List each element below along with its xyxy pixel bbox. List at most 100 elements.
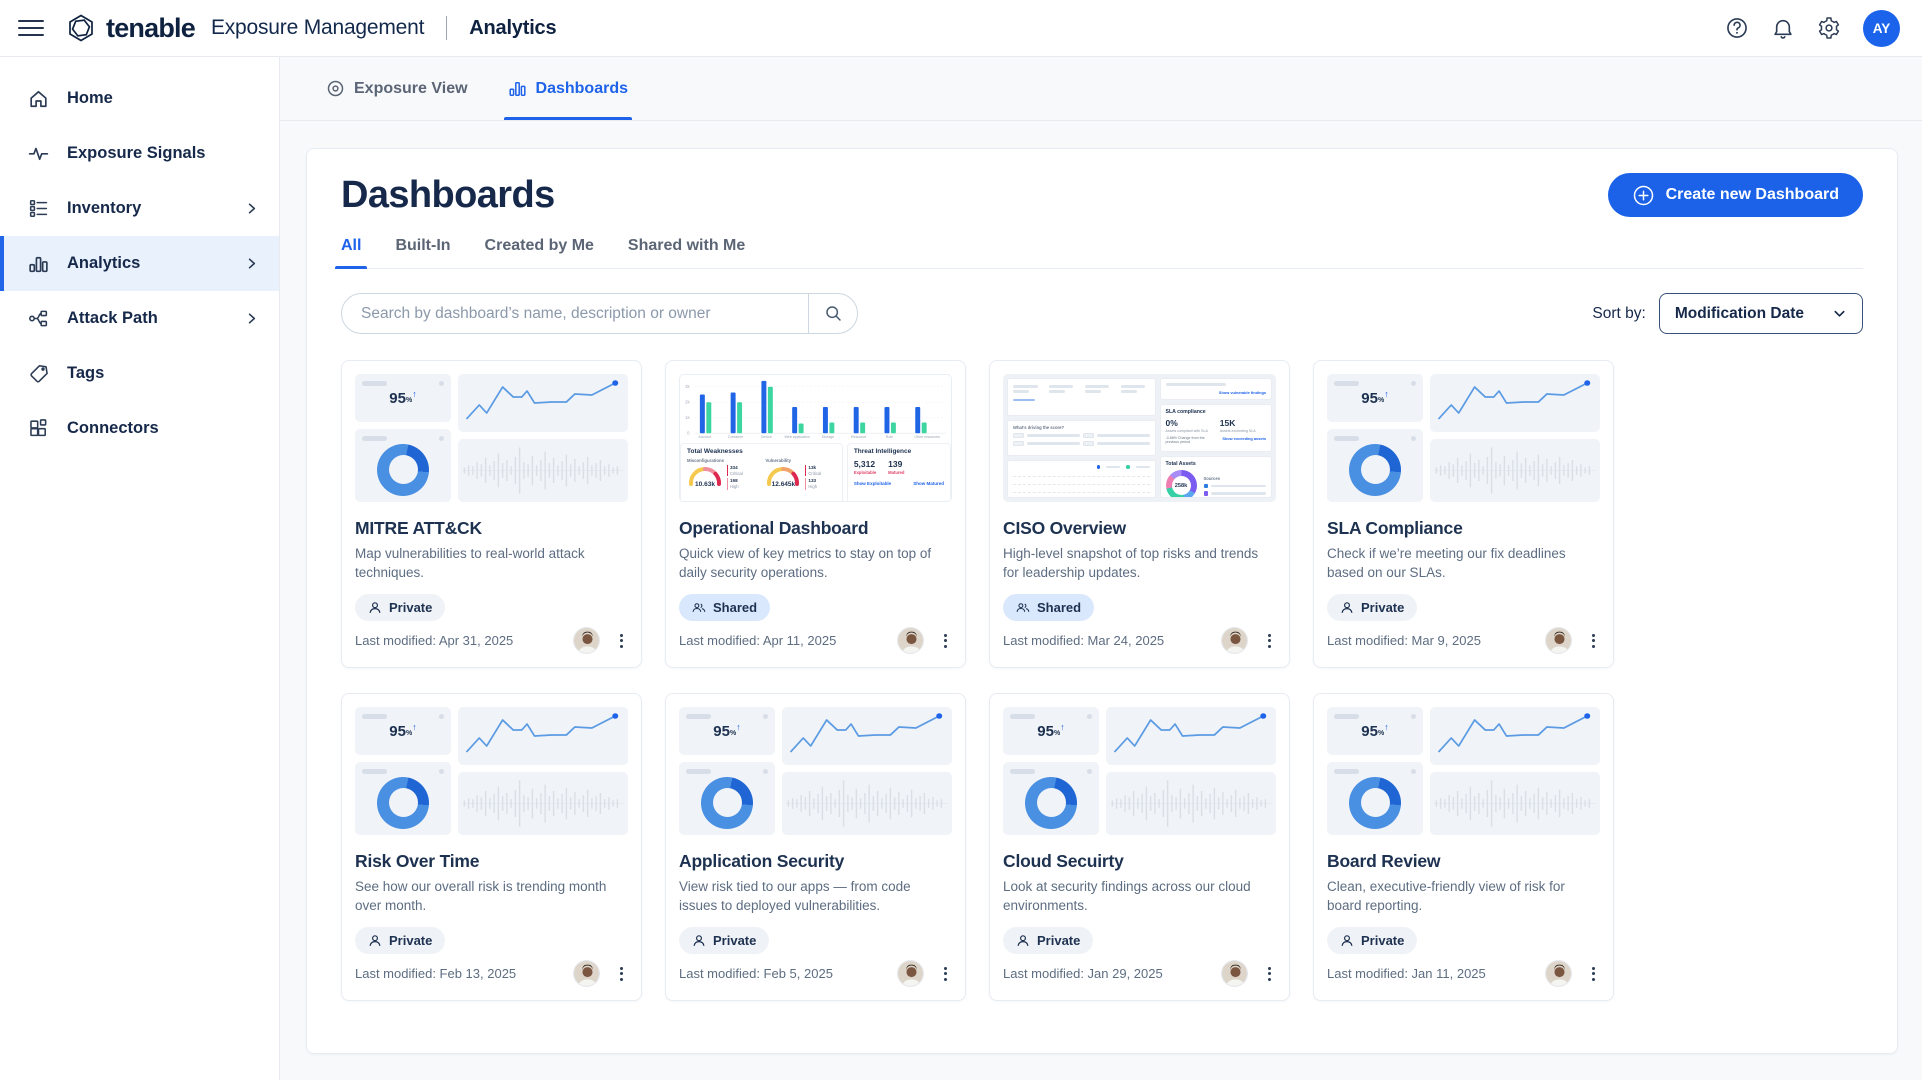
sidebar-item-exposure-signals[interactable]: Exposure Signals	[0, 126, 279, 181]
sidebar-item-label: Analytics	[67, 254, 140, 273]
sidebar-item-tags[interactable]: Tags	[0, 346, 279, 401]
notifications-bell-icon[interactable]	[1771, 16, 1795, 40]
dashboard-thumbnail: 95%↑	[355, 374, 628, 502]
attack-path-icon	[27, 307, 50, 330]
tenable-logo-icon	[66, 13, 96, 43]
mini-donut-chart	[701, 777, 753, 829]
person-icon	[1340, 601, 1354, 614]
last-modified: Last modified: Feb 13, 2025	[355, 966, 516, 981]
svg-text:Role: Role	[886, 435, 893, 439]
badge-label: Private	[1037, 933, 1080, 948]
card-menu-kebab[interactable]	[939, 963, 952, 985]
filter-tab-shared-with-me[interactable]: Shared with Me	[628, 237, 745, 268]
card-description: Check if we’re meeting our fix deadlines…	[1327, 545, 1600, 582]
mini-donut-chart	[1349, 777, 1401, 829]
filter-tab-created-by-me[interactable]: Created by Me	[485, 237, 594, 268]
card-menu-kebab[interactable]	[1263, 963, 1276, 985]
mini-waveform-chart	[1430, 772, 1600, 835]
help-icon[interactable]	[1725, 16, 1749, 40]
card-title: Board Review	[1327, 851, 1600, 872]
sidebar-item-label: Exposure Signals	[67, 144, 205, 163]
settings-gear-icon[interactable]	[1817, 16, 1841, 40]
dashboard-card[interactable]: 3k 2k 1k 0	[665, 360, 966, 668]
mini-donut-chart	[377, 444, 429, 496]
owner-avatar	[897, 627, 924, 654]
privacy-badge: Private	[1003, 927, 1093, 954]
card-description: Look at security findings across our clo…	[1003, 878, 1276, 915]
dashboard-card[interactable]: What’s driving the score?	[989, 360, 1290, 668]
card-menu-kebab[interactable]	[939, 630, 952, 652]
mini-donut-chart	[377, 777, 429, 829]
section-name: Analytics	[469, 17, 556, 40]
dashboard-card[interactable]: 95%↑	[341, 693, 642, 1001]
dashboard-card[interactable]: 95%↑	[1313, 360, 1614, 668]
sidebar-item-home[interactable]: Home	[0, 71, 279, 126]
card-description: See how our overall risk is trending mon…	[355, 878, 628, 915]
dashboards-chart-icon	[508, 79, 527, 98]
sharing-badge: Shared	[1003, 594, 1094, 621]
product-name: Exposure Management	[211, 16, 424, 40]
sidebar-item-analytics[interactable]: Analytics	[0, 236, 279, 291]
sidebar-item-label: Inventory	[67, 199, 141, 218]
tab-dashboards[interactable]: Dashboards	[508, 57, 628, 120]
mini-waveform-chart	[458, 772, 628, 835]
view-tabs: Exposure View Dashboards	[280, 57, 1922, 121]
toolbar: Sort by: Modification Date	[341, 293, 1863, 334]
sidebar: Home Exposure Signals Inventory	[0, 57, 280, 1080]
mini-grouped-bar-chart: 3k 2k 1k 0	[680, 375, 951, 439]
person-icon	[368, 934, 382, 947]
card-description: Map vulnerabilities to real-world attack…	[355, 545, 628, 582]
chevron-down-icon	[1832, 306, 1847, 321]
last-modified: Last modified: Jan 11, 2025	[1327, 966, 1486, 981]
sidebar-item-inventory[interactable]: Inventory	[0, 181, 279, 236]
sort-by-label: Sort by:	[1592, 305, 1645, 323]
chevron-right-icon	[244, 311, 259, 326]
card-description: Quick view of key metrics to stay on top…	[679, 545, 952, 582]
card-title: Cloud Secuirty	[1003, 851, 1276, 872]
badge-label: Private	[1361, 933, 1404, 948]
svg-text:Storage: Storage	[822, 435, 835, 439]
threat-intelligence-panel: Threat Intelligence 5,312Exploitable 139…	[847, 443, 951, 502]
card-title: SLA Compliance	[1327, 518, 1600, 539]
search-button[interactable]	[808, 294, 857, 333]
dashboard-card[interactable]: 95%↑	[341, 360, 642, 668]
header-divider	[446, 16, 447, 40]
dashboard-thumbnail: 3k 2k 1k 0	[679, 374, 952, 502]
card-menu-kebab[interactable]	[615, 963, 628, 985]
svg-text:Account: Account	[698, 435, 711, 439]
card-description: View risk tied to our apps — from code i…	[679, 878, 952, 915]
dashboard-card[interactable]: 95%↑	[1313, 693, 1614, 1001]
badge-label: Private	[1361, 600, 1404, 615]
user-avatar[interactable]: AY	[1863, 10, 1900, 47]
card-menu-kebab[interactable]	[1263, 630, 1276, 652]
sort-dropdown[interactable]: Modification Date	[1659, 293, 1863, 334]
people-icon	[1016, 601, 1030, 614]
mini-line-chart	[1430, 707, 1600, 765]
sharing-badge: Shared	[679, 594, 770, 621]
card-menu-kebab[interactable]	[1587, 630, 1600, 652]
sidebar-item-attack-path[interactable]: Attack Path	[0, 291, 279, 346]
mini-donut-chart: 258k	[1166, 470, 1197, 498]
hamburger-menu-icon[interactable]	[18, 15, 44, 41]
mini-gauge-chart: 10.63k	[687, 465, 723, 487]
sidebar-item-connectors[interactable]: Connectors	[0, 401, 279, 456]
mini-line-chart	[458, 374, 628, 432]
sla-compliance-panel: SLA compliance 0% Assets compliant with …	[1160, 404, 1273, 452]
badge-label: Private	[389, 600, 432, 615]
tab-exposure-view[interactable]: Exposure View	[326, 57, 468, 120]
dashboard-card[interactable]: 95%↑	[989, 693, 1290, 1001]
filter-tab-built-in[interactable]: Built-In	[395, 237, 450, 268]
last-modified: Last modified: Feb 5, 2025	[679, 966, 833, 981]
dashboard-card[interactable]: 95%↑	[665, 693, 966, 1001]
card-menu-kebab[interactable]	[615, 630, 628, 652]
create-dashboard-button[interactable]: Create new Dashboard	[1608, 173, 1863, 217]
search-input[interactable]	[342, 294, 808, 333]
filter-tab-all[interactable]: All	[341, 237, 361, 268]
owner-avatar	[1545, 627, 1572, 654]
card-title: MITRE ATT&CK	[355, 518, 628, 539]
svg-text:1k: 1k	[685, 415, 691, 420]
target-icon	[326, 79, 345, 98]
tag-icon	[27, 362, 50, 385]
card-menu-kebab[interactable]	[1587, 963, 1600, 985]
main-content: Exposure View Dashboards Dashboards	[280, 57, 1922, 1080]
